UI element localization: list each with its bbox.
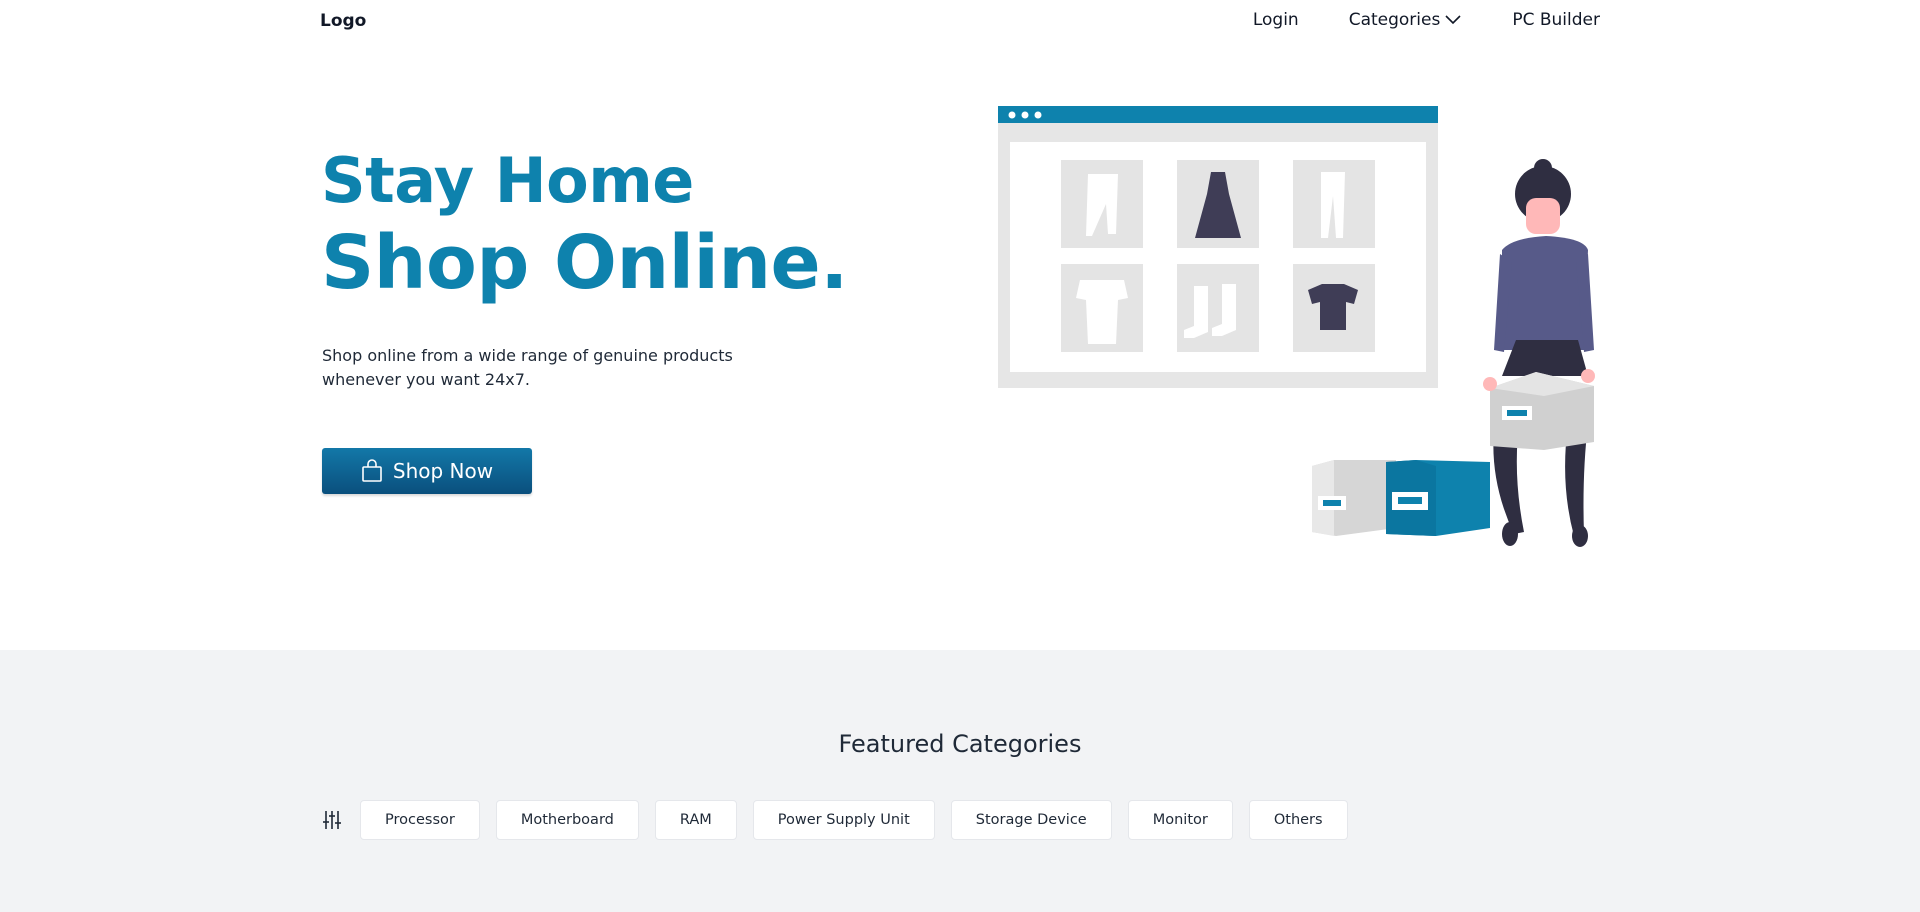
nav-login-link[interactable]: Login (1253, 10, 1299, 30)
nav-pc-builder-link[interactable]: PC Builder (1512, 10, 1600, 30)
top-navbar: Logo Login Categories PC Builder (0, 0, 1920, 44)
sliders-icon[interactable] (322, 809, 342, 831)
shop-now-button[interactable]: Shop Now (322, 448, 532, 494)
nav-links: Login Categories PC Builder (1253, 10, 1600, 30)
nav-categories-label: Categories (1348, 10, 1441, 30)
category-processor[interactable]: Processor (360, 800, 480, 840)
shop-now-label: Shop Now (392, 459, 494, 483)
category-monitor[interactable]: Monitor (1127, 800, 1233, 840)
hero-subtitle: Shop online from a wide range of genuine… (322, 346, 733, 389)
hero-illustration (998, 106, 1595, 547)
nav-login-label: Login (1252, 10, 1299, 30)
shopping-bag-icon (362, 459, 382, 482)
category-ram[interactable]: RAM (654, 800, 737, 840)
category-storage-device[interactable]: Storage Device (950, 800, 1112, 840)
featured-categories-section: Featured Categories Processor Motherboar… (0, 650, 1920, 912)
hero-title-line1: Stay Home (321, 144, 694, 217)
nav-pc-builder-label: PC Builder (1512, 10, 1600, 30)
category-power-supply-unit[interactable]: Power Supply Unit (752, 800, 935, 840)
category-others[interactable]: Others (1248, 800, 1348, 840)
hero-title-line2: Shop Online. (321, 220, 848, 306)
category-motherboard[interactable]: Motherboard (495, 800, 639, 840)
category-filter-row: Processor Motherboard RAM Power Supply U… (322, 800, 1348, 840)
nav-categories-dropdown[interactable]: Categories (1349, 10, 1463, 30)
logo[interactable]: Logo (320, 11, 366, 31)
featured-categories-title: Featured Categories (838, 730, 1082, 758)
page: Logo Login Categories PC Builder Stay Ho… (0, 0, 1920, 912)
hero-title: Stay Home Shop Online. (321, 144, 848, 306)
chevron-down-icon (1445, 15, 1461, 25)
